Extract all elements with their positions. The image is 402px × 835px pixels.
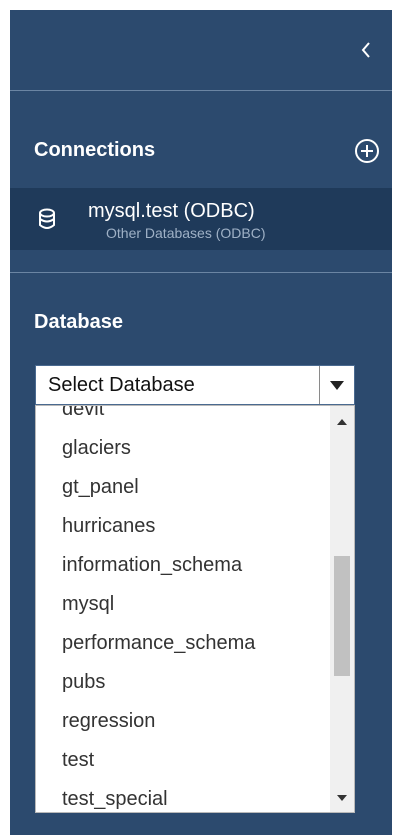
database-dropdown: devit glaciers gt_panel hurricanes infor… [35, 405, 355, 813]
chevron-left-icon [361, 42, 370, 58]
connection-name: mysql.test (ODBC) [88, 200, 255, 222]
database-option[interactable]: performance_schema [36, 624, 330, 663]
database-option[interactable]: information_schema [36, 546, 330, 585]
dropdown-scrollbar[interactable] [330, 406, 354, 812]
database-option[interactable]: hurricanes [36, 507, 330, 546]
add-connection-button[interactable] [354, 138, 380, 164]
database-option[interactable]: test [36, 741, 330, 780]
database-option[interactable]: test_special [36, 780, 330, 812]
divider [10, 90, 392, 91]
collapse-panel-button[interactable] [356, 38, 376, 62]
scrollbar-thumb[interactable] [334, 556, 350, 676]
database-options-list: devit glaciers gt_panel hurricanes infor… [36, 406, 330, 812]
database-select-arrow-button[interactable] [319, 366, 354, 404]
scroll-down-button[interactable] [330, 788, 354, 808]
scroll-up-arrow-icon [337, 419, 347, 425]
divider [10, 272, 392, 273]
database-option[interactable]: mysql [36, 585, 330, 624]
database-option[interactable]: gt_panel [36, 468, 330, 507]
database-option[interactable]: regression [36, 702, 330, 741]
database-title: Database [34, 311, 123, 333]
scroll-down-arrow-icon [337, 795, 347, 801]
database-icon [39, 208, 55, 229]
scroll-up-button[interactable] [330, 412, 354, 432]
database-select-value: Select Database [48, 374, 195, 396]
database-select[interactable]: Select Database [35, 365, 355, 405]
side-panel: Connections mysql.test (ODBC) Other Data… [10, 10, 392, 835]
caret-down-icon [330, 380, 344, 390]
connection-type: Other Databases (ODBC) [106, 225, 266, 241]
database-option[interactable]: glaciers [36, 429, 330, 468]
connection-item[interactable]: mysql.test (ODBC) Other Databases (ODBC) [10, 188, 392, 250]
database-option[interactable]: devit [36, 406, 330, 429]
plus-circle-icon [355, 139, 379, 163]
database-option[interactable]: pubs [36, 663, 330, 702]
connections-title: Connections [34, 139, 156, 161]
